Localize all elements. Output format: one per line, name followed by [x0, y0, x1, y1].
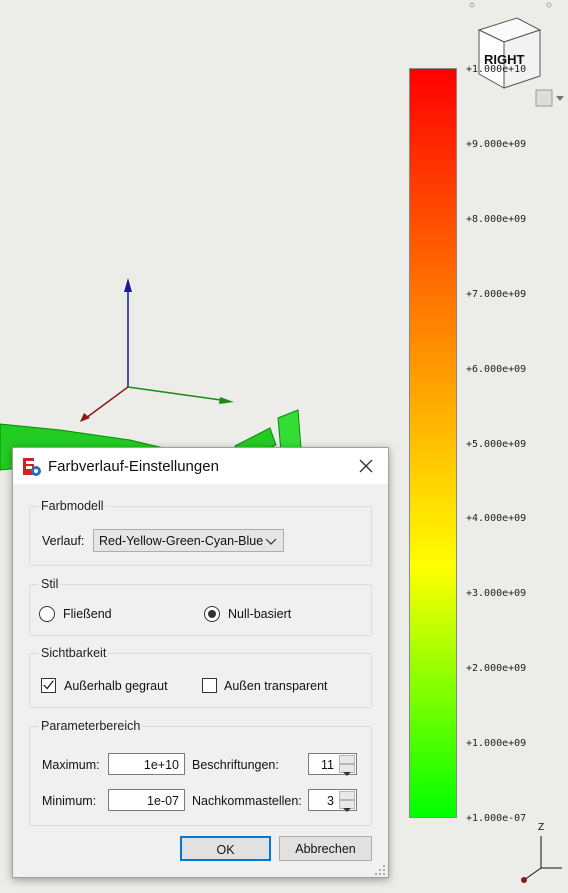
beschriftungen-value: 11	[321, 758, 334, 772]
beschriftungen-label: Beschriftungen:	[192, 758, 279, 772]
fliessend-label: Fließend	[63, 607, 112, 621]
color-gradient-settings-dialog: Farbverlauf-Einstellungen Farbmodell Ver…	[12, 447, 389, 878]
farbmodell-group-title: Farbmodell	[39, 499, 106, 513]
3d-viewport[interactable]: RIGHT +1.000e+10 +9.000e+09 +8.000e+09 +7.0…	[0, 0, 568, 893]
aussen-transparent-label: Außen transparent	[224, 679, 328, 693]
x-axis	[85, 386, 129, 419]
arrow-down-icon	[343, 772, 351, 776]
spin-up-button[interactable]	[339, 755, 355, 768]
aussen-transparent-checkbox[interactable]	[202, 678, 217, 693]
maximum-input-value: 1e+10	[143, 758, 179, 772]
y-axis	[127, 386, 229, 402]
null-basiert-label: Null-basiert	[228, 607, 292, 621]
stil-group-title: Stil	[39, 577, 61, 591]
arrow-down-icon	[343, 808, 351, 812]
nachkommastellen-label: Nachkommastellen:	[192, 794, 302, 808]
parameterbereich-group-title: Parameterbereich	[39, 719, 143, 733]
color-scale-tick-label: +9.000e+09	[466, 138, 527, 150]
color-scale-tick-label: +2.000e+09	[466, 663, 527, 675]
color-scale-bar	[409, 68, 457, 818]
chevron-down-icon	[265, 538, 277, 545]
color-scale-tick-label: +3.000e+09	[466, 588, 527, 600]
sichtbarkeit-group-title: Sichtbarkeit	[39, 646, 109, 660]
verlauf-select-value: Red-Yellow-Green-Cyan-Blue	[99, 534, 264, 548]
minimum-label: Minimum:	[42, 794, 97, 808]
nachkommastellen-value: 3	[327, 794, 334, 808]
color-scale-tick-label: +7.000e+09	[466, 288, 527, 300]
fliessend-radio[interactable]	[39, 606, 55, 622]
ausserhalb-gegraut-checkbox[interactable]	[41, 678, 56, 693]
color-scale-tick-label: +8.000e+09	[466, 213, 527, 225]
color-scale-tick-label: +1.000e+10	[466, 64, 527, 75]
ausserhalb-gegraut-label: Außerhalb gegraut	[64, 679, 168, 693]
ok-button-label: OK	[216, 843, 235, 857]
x-axis-arrow	[80, 413, 90, 422]
color-scale-tick-label: +5.000e+09	[466, 438, 527, 450]
navigation-cube[interactable]: RIGHT	[466, 0, 568, 110]
dialog-titlebar[interactable]: Farbverlauf-Einstellungen	[13, 448, 388, 484]
green-model-part	[277, 409, 302, 453]
minimum-input[interactable]: 1e-07	[108, 789, 185, 811]
minimum-input-value: 1e-07	[147, 794, 179, 808]
parameterbereich-group	[29, 726, 372, 826]
cancel-button-label: Abbrechen	[295, 842, 356, 856]
color-scale-tick-label: +6.000e+09	[466, 363, 527, 375]
maximum-input[interactable]: 1e+10	[108, 753, 185, 775]
spin-up-button[interactable]	[339, 791, 355, 804]
svg-text:Z: Z	[538, 822, 544, 833]
spin-down-button[interactable]	[339, 764, 355, 776]
color-scale-tick-label: +1.000e+09	[466, 738, 527, 750]
resize-grip-icon[interactable]	[374, 864, 386, 876]
dialog-title: Farbverlauf-Einstellungen	[48, 458, 219, 475]
freecad-app-icon	[23, 458, 41, 476]
verlauf-select[interactable]: Red-Yellow-Green-Cyan-Blue	[93, 529, 284, 552]
verlauf-label: Verlauf:	[42, 534, 85, 548]
null-basiert-radio[interactable]	[204, 606, 220, 622]
close-icon[interactable]	[356, 456, 376, 476]
z-axis-arrow	[124, 278, 132, 292]
y-axis-arrow	[219, 397, 234, 404]
ok-button[interactable]: OK	[180, 836, 271, 861]
checkmark-icon	[43, 680, 54, 690]
axis-triad: Z	[521, 822, 562, 883]
cancel-button[interactable]: Abbrechen	[279, 836, 372, 861]
spin-down-button[interactable]	[339, 800, 355, 812]
beschriftungen-spinbox[interactable]: 11	[308, 753, 357, 776]
color-scale-tick-label: +4.000e+09	[466, 513, 527, 525]
nachkommastellen-spinbox[interactable]: 3	[308, 789, 357, 812]
maximum-label: Maximum:	[42, 758, 100, 772]
